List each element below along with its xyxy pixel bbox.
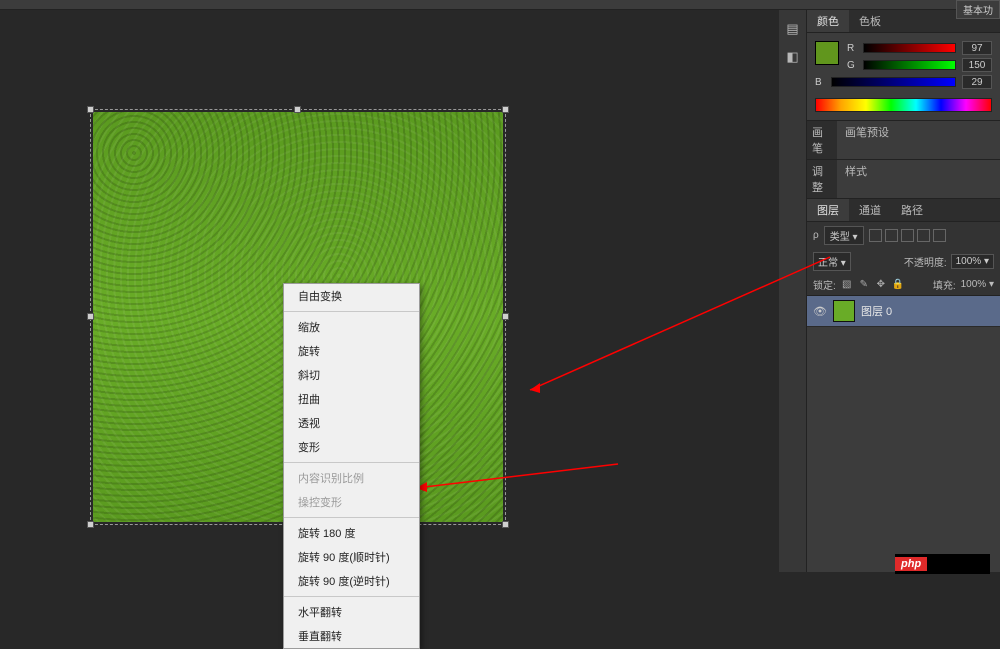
fill-label: 填充: bbox=[933, 277, 956, 292]
foreground-color-swatch[interactable] bbox=[815, 41, 839, 65]
panel-icon-history[interactable]: ▤ bbox=[784, 20, 802, 38]
tab-layers[interactable]: 图层 bbox=[807, 199, 849, 221]
color-spectrum-ramp[interactable] bbox=[815, 98, 992, 112]
b-slider[interactable] bbox=[831, 77, 956, 87]
b-value[interactable]: 29 bbox=[962, 75, 992, 89]
b-label: B bbox=[815, 77, 825, 88]
transform-handle-w[interactable] bbox=[87, 313, 94, 320]
layers-panel-tabs: 图层 通道 路径 bbox=[807, 199, 1000, 222]
menu-item-distort[interactable]: 扭曲 bbox=[284, 387, 419, 411]
menu-item-scale[interactable]: 缩放 bbox=[284, 315, 419, 339]
r-slider[interactable] bbox=[863, 43, 956, 53]
transform-handle-ne[interactable] bbox=[502, 106, 509, 113]
lock-image-icon[interactable]: ✎ bbox=[858, 279, 870, 291]
options-bar bbox=[0, 0, 1000, 10]
tab-swatches[interactable]: 色板 bbox=[849, 10, 891, 32]
main-area: 自由变换 缩放 旋转 斜切 扭曲 透视 变形 内容识别比例 操控变形 旋转 18… bbox=[0, 10, 1000, 572]
styles-label[interactable]: 样式 bbox=[837, 160, 1000, 198]
menu-item-rotate-180[interactable]: 旋转 180 度 bbox=[284, 521, 419, 545]
brush-panel: 画笔 画笔预设 bbox=[807, 121, 1000, 160]
layers-panel: ρ 类型 ▾ 正常 ▾ 不透明度: 100% ▾ 锁定: ▧ ✎ bbox=[807, 222, 1000, 572]
g-slider[interactable] bbox=[863, 60, 956, 70]
menu-separator bbox=[284, 517, 419, 518]
menu-item-puppet-warp: 操控变形 bbox=[284, 490, 419, 514]
right-panel-dock: 颜色 色板 R 97 G 150 B 29 画笔 bbox=[807, 10, 1000, 572]
menu-separator bbox=[284, 596, 419, 597]
transform-handle-e[interactable] bbox=[502, 313, 509, 320]
layer-thumbnail[interactable] bbox=[833, 300, 855, 322]
menu-item-free-transform[interactable]: 自由变换 bbox=[284, 284, 419, 308]
lock-transparency-icon[interactable]: ▧ bbox=[841, 279, 853, 291]
tab-channels[interactable]: 通道 bbox=[849, 199, 891, 221]
tab-brush[interactable]: 画笔 bbox=[807, 121, 837, 159]
transform-handle-nw[interactable] bbox=[87, 106, 94, 113]
menu-separator bbox=[284, 311, 419, 312]
menu-item-warp[interactable]: 变形 bbox=[284, 435, 419, 459]
filter-adjust-icon[interactable] bbox=[885, 229, 898, 242]
color-panel: R 97 G 150 B 29 bbox=[807, 33, 1000, 121]
transform-handle-sw[interactable] bbox=[87, 521, 94, 528]
menu-item-flip-horizontal[interactable]: 水平翻转 bbox=[284, 600, 419, 624]
adjustments-panel: 调整 样式 bbox=[807, 160, 1000, 199]
menu-item-rotate[interactable]: 旋转 bbox=[284, 339, 419, 363]
panel-icon-properties[interactable]: ◧ bbox=[784, 48, 802, 66]
menu-item-flip-vertical[interactable]: 垂直翻转 bbox=[284, 624, 419, 648]
menu-separator bbox=[284, 462, 419, 463]
menu-item-skew[interactable]: 斜切 bbox=[284, 363, 419, 387]
layer-name-label[interactable]: 图层 0 bbox=[861, 303, 892, 319]
lock-position-icon[interactable]: ✥ bbox=[875, 279, 887, 291]
g-label: G bbox=[847, 60, 857, 71]
php-logo-text: php bbox=[895, 557, 927, 571]
canvas-workspace[interactable]: 自由变换 缩放 旋转 斜切 扭曲 透视 变形 内容识别比例 操控变形 旋转 18… bbox=[0, 10, 779, 572]
r-value[interactable]: 97 bbox=[962, 41, 992, 55]
g-value[interactable]: 150 bbox=[962, 58, 992, 72]
collapsed-panel-dock: ▤ ◧ bbox=[779, 10, 807, 572]
filter-type-icon[interactable] bbox=[901, 229, 914, 242]
r-label: R bbox=[847, 43, 857, 54]
transform-handle-se[interactable] bbox=[502, 521, 509, 528]
transform-handle-n[interactable] bbox=[294, 106, 301, 113]
lock-label: 锁定: bbox=[813, 277, 836, 292]
tab-paths[interactable]: 路径 bbox=[891, 199, 933, 221]
layer-filter-icons[interactable] bbox=[869, 229, 946, 242]
layer-row[interactable]: 👁 图层 0 bbox=[807, 296, 1000, 327]
menu-item-rotate-90-cw[interactable]: 旋转 90 度(顺时针) bbox=[284, 545, 419, 569]
tab-adjustments[interactable]: 调整 bbox=[807, 160, 837, 198]
eye-icon[interactable]: 👁 bbox=[813, 305, 827, 318]
filter-shape-icon[interactable] bbox=[917, 229, 930, 242]
workspace-switcher-button[interactable]: 基本功 bbox=[956, 0, 1000, 19]
layer-filter-kind-dropdown[interactable]: 类型 ▾ bbox=[824, 226, 864, 245]
tab-color[interactable]: 颜色 bbox=[807, 10, 849, 32]
opacity-value[interactable]: 100% ▾ bbox=[951, 254, 994, 269]
menu-item-rotate-90-ccw[interactable]: 旋转 90 度(逆时针) bbox=[284, 569, 419, 593]
menu-item-perspective[interactable]: 透视 bbox=[284, 411, 419, 435]
transform-context-menu: 自由变换 缩放 旋转 斜切 扭曲 透视 变形 内容识别比例 操控变形 旋转 18… bbox=[283, 283, 420, 649]
fill-value[interactable]: 100% ▾ bbox=[961, 279, 994, 290]
menu-item-content-aware-scale: 内容识别比例 bbox=[284, 466, 419, 490]
lock-all-icon[interactable]: 🔒 bbox=[892, 279, 904, 291]
filter-image-icon[interactable] bbox=[869, 229, 882, 242]
filter-smart-icon[interactable] bbox=[933, 229, 946, 242]
php-watermark-logo: php bbox=[895, 554, 990, 574]
brush-presets-label[interactable]: 画笔预设 bbox=[837, 121, 1000, 159]
opacity-label: 不透明度: bbox=[904, 254, 947, 269]
blend-mode-dropdown[interactable]: 正常 ▾ bbox=[813, 252, 851, 271]
